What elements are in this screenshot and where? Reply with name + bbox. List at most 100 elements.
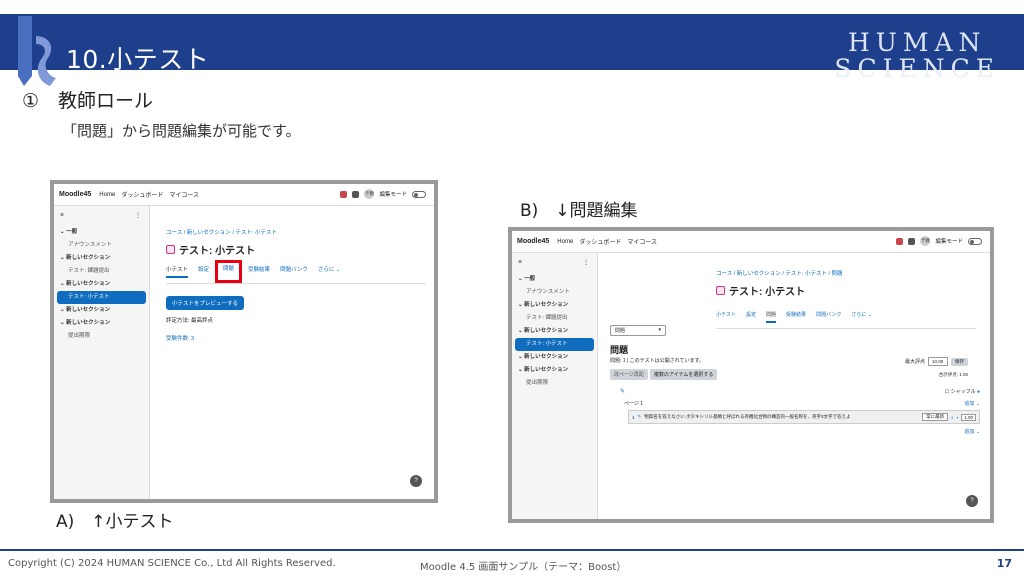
avatar[interactable]: テ教 [920,236,931,246]
menu-icon[interactable]: ⋮ [135,212,141,219]
preview-quiz-button[interactable]: 小テストをプレビューする [166,296,245,310]
nav-dashboard[interactable]: ダッシュボード [121,190,163,199]
tab-questions[interactable]: 問題 [766,311,777,323]
message-icon[interactable] [352,190,360,198]
tab-results[interactable]: 受験結果 [248,265,270,278]
sidebar-item[interactable]: ⌄ 新しいセクション [54,278,149,291]
message-icon[interactable] [908,237,916,245]
sidebar-item[interactable]: ⌄ 新しいセクション [54,304,149,317]
sidebar-item[interactable]: ⌄ 一般 [54,226,149,239]
notification-icon[interactable] [896,237,904,245]
menu-icon[interactable]: ⋮ [583,259,589,266]
help-icon[interactable]: ? [410,475,422,487]
tab-quiz[interactable]: 小テスト [716,311,736,323]
edit-mode-toggle[interactable] [412,190,426,198]
edit-mode-label: 編集モード [935,239,963,245]
tab-question-bank[interactable]: 問題バンク [280,265,308,278]
question-row: 1 ✎ 物質名を答えなさい ボタキシリル基類と呼ばれる有機化合物の構造的一般名称… [628,410,980,424]
sidebar-item[interactable]: ⌄ 新しいセクション [512,299,597,312]
chevron-down-icon[interactable]: ⌄ [518,354,524,360]
nav-mycourses[interactable]: マイコース [627,237,657,246]
caption-b: B) ↓問題編集 [520,201,638,221]
chevron-down-icon[interactable]: ⌄ [60,229,66,235]
tab-results[interactable]: 受験結果 [786,311,806,323]
caption-a: A) ↑小テスト [56,512,174,532]
notification-icon[interactable] [340,190,348,198]
sidebar-item[interactable]: ⌄ 新しいセクション [512,351,597,364]
chevron-down-icon[interactable]: ⌄ [518,367,524,373]
sidebar-item[interactable]: ⌄ 新しいセクション [512,325,597,338]
page-title: テスト: 小テスト [716,283,805,298]
close-icon[interactable]: × [60,212,64,219]
page-number: 17 [996,557,1012,570]
chevron-down-icon[interactable]: ⌄ [518,328,524,334]
breadcrumb[interactable]: コース / 新しいセクション / テスト: 小テスト [166,228,426,236]
sidebar-item[interactable]: ⌄ 新しいセクション [512,364,597,377]
tab-settings[interactable]: 設定 [198,265,209,278]
chevron-down-icon[interactable]: ⌄ [60,320,66,326]
screenshot-question-edit: Moodle45 Home ダッシュボード マイコース テ教 編集モード × ⋮… [508,227,994,523]
nav-dashboard[interactable]: ダッシュボード [579,237,621,246]
tab-more[interactable]: さらに ⌄ [318,265,341,278]
nav-home[interactable]: Home [99,192,115,198]
sidebar-item[interactable]: アナウンスメント [54,239,149,252]
pencil-icon[interactable]: ✎ [620,388,625,395]
edit-mode-label: 編集モード [379,192,407,198]
avatar[interactable]: テ教 [364,189,375,199]
quiz-icon [716,286,725,295]
close-icon[interactable]: × [518,259,522,266]
chevron-down-icon[interactable]: ⌄ [518,276,524,282]
tab-question-bank[interactable]: 問題バンク [816,311,841,323]
sidebar-list: ⌄ 一般 アナウンスメント ⌄ 新しいセクション テスト: 課題提出 ⌄ 新しいセクショ… [54,226,149,343]
tab-quiz[interactable]: 小テスト [166,265,189,278]
nav-home[interactable]: Home [557,239,573,245]
sidebar-item[interactable]: アナウンスメント [512,286,597,299]
delete-icon[interactable]: ▪ [957,415,959,420]
section-title: ① 教師ロール [22,90,154,112]
tab-more[interactable]: さらに ⌄ [851,311,872,323]
tab-settings[interactable]: 設定 [746,311,756,323]
chevron-down-icon[interactable]: ⌄ [518,302,524,308]
top-navbar: Moodle45 Home ダッシュボード マイコース テ教 編集モード [54,184,434,206]
attempts-link[interactable]: 受験件数: 3 [166,334,426,342]
main-content: コース / 新しいセクション / テスト: 小テスト / 問題 テスト: 小テス… [598,253,990,519]
help-icon[interactable]: ? [966,495,978,507]
sidebar-item[interactable]: ⌄ 新しいセクション [54,252,149,265]
tab-questions[interactable]: 問題 [215,260,243,283]
edit-mode-toggle[interactable] [968,237,982,245]
course-index-sidebar: × ⋮ ⌄ 一般 アナウンスメント ⌄ 新しいセクション テスト: 課題提出 ⌄ 新しい… [54,206,150,499]
page-select[interactable]: 問題 ▾ [610,325,666,336]
save-button[interactable]: 保存 [951,357,968,366]
repaginate-button[interactable]: 改ページ再配 [610,369,648,380]
sidebar-item[interactable]: ⌄ 一般 [512,273,597,286]
add-link-bottom[interactable]: 追加 ⌄ [964,428,980,435]
sidebar-item[interactable]: テスト: 課題提出 [512,312,597,325]
help-icon[interactable]: ● [977,389,980,395]
version-select[interactable]: 常に最新 [922,413,949,421]
sidebar-item[interactable]: テスト: 課題提出 [54,265,149,278]
edit-question-icon[interactable]: ✎ [638,414,642,420]
chevron-down-icon[interactable]: ⌄ [60,255,66,261]
checkbox-icon[interactable]: ☐ [945,389,949,395]
site-brand[interactable]: Moodle45 [59,191,91,198]
sidebar-item[interactable]: テスト: 小テスト [515,338,594,351]
edit-actions: 改ページ再配 複数のアイテムを選択する [610,369,718,380]
sidebar-item[interactable]: ⌄ 新しいセクション [54,317,149,330]
course-index-sidebar: × ⋮ ⌄ 一般 アナウンスメント ⌄ 新しいセクション テスト: 課題提出 ⌄ 新しい… [512,253,598,519]
preview-icon[interactable]: ⌕ [951,415,954,420]
sidebar-item[interactable]: 提出期限 [54,330,149,343]
question-text[interactable]: 物質名を答えなさい ボタキシリル基類と呼ばれる有機化合物の構造的一般名称を、英字… [644,414,919,420]
question-mark[interactable]: 1.00 [961,413,976,421]
select-multiple-button[interactable]: 複数のアイテムを選択する [649,369,718,380]
sidebar-item[interactable]: 提出期限 [512,377,597,390]
nav-right: テ教 編集モード [340,189,426,199]
max-grade-input[interactable]: 10.00 [928,357,948,366]
chevron-down-icon[interactable]: ⌄ [60,281,66,287]
questions-heading: 問題 [610,345,629,355]
site-brand[interactable]: Moodle45 [517,238,549,245]
sidebar-item[interactable]: テスト: 小テスト [57,291,146,304]
add-link[interactable]: 追加 ⌄ [964,400,980,407]
chevron-down-icon[interactable]: ⌄ [60,307,66,313]
nav-mycourses[interactable]: マイコース [169,190,199,199]
breadcrumb[interactable]: コース / 新しいセクション / テスト: 小テスト / 問題 [716,269,843,277]
